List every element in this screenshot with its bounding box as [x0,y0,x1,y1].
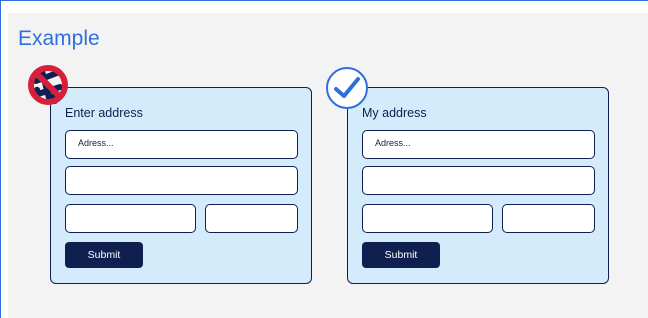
address-placeholder: Adress... [78,138,114,148]
address-field[interactable]: Adress... [65,130,298,159]
address-line-2-field[interactable] [65,166,298,195]
submit-button[interactable]: Submit [65,242,143,268]
city-field[interactable] [502,204,595,233]
form-title: My address [362,106,427,120]
address-placeholder: Adress... [375,138,411,148]
top-band [1,1,648,13]
address-field[interactable]: Adress... [362,130,595,159]
postal-code-field[interactable] [362,204,493,233]
postal-code-field[interactable] [65,204,196,233]
address-line-2-field[interactable] [362,166,595,195]
bad-example-form: Enter address Adress... Submit [50,87,312,284]
submit-button[interactable]: Submit [362,242,440,268]
good-example-form: My address Adress... Submit [347,87,609,284]
checkmark-icon [326,67,368,109]
not-allowed-icon [28,65,68,105]
city-field[interactable] [205,204,298,233]
form-title: Enter address [65,106,143,120]
page-title: Example [18,27,100,50]
